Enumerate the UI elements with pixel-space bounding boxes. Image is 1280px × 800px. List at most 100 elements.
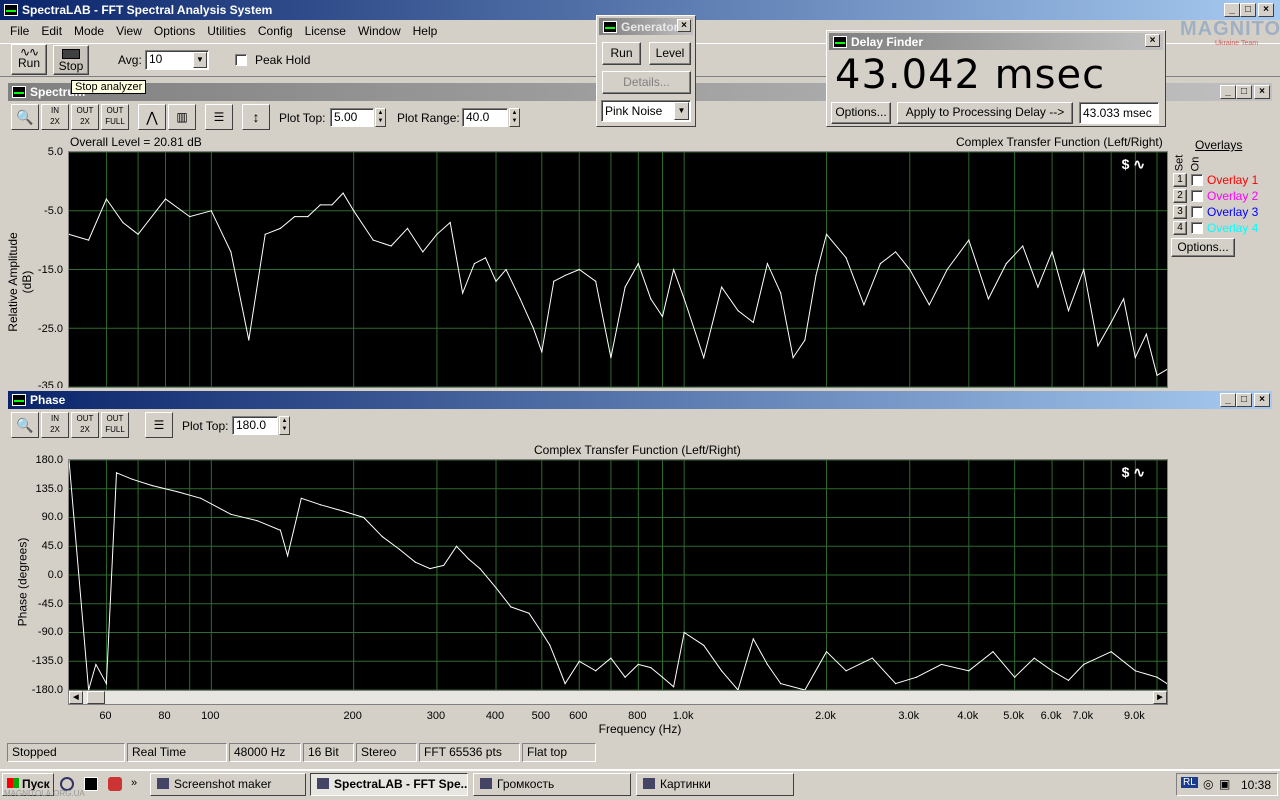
peak-hold-checkbox[interactable] — [235, 54, 247, 66]
generator-icon — [603, 20, 617, 33]
run-label: Run — [17, 56, 40, 70]
phase-plot-top-spinner[interactable]: ▲ ▼ — [279, 416, 290, 435]
run-button[interactable]: ∿∿ Run — [11, 44, 47, 75]
menu-item-mode[interactable]: Mode — [74, 24, 104, 42]
spectrum-plot[interactable]: $ ∿ — [68, 151, 1168, 388]
menu-item-view[interactable]: View — [116, 24, 142, 42]
minimize-button[interactable]: _ — [1224, 3, 1240, 17]
apply-delay-button[interactable]: Apply to Processing Delay --> — [897, 102, 1073, 124]
data-point — [1134, 357, 1136, 359]
phase-close-button[interactable]: × — [1254, 393, 1270, 407]
scroll-left-arrow[interactable]: ◀ — [69, 691, 83, 704]
phase-plot-top-input[interactable]: 180.0 — [232, 416, 278, 435]
overlays-options-button[interactable]: Options... — [1171, 238, 1235, 257]
data-point — [353, 210, 355, 212]
applied-delay-field[interactable]: 43.033 msec — [1079, 102, 1159, 124]
spectrum-plot-top-input[interactable]: 5.00 — [330, 108, 374, 127]
phase-y-tick: 45.0 — [41, 540, 63, 553]
menu-item-help[interactable]: Help — [413, 24, 438, 42]
overlay-set-button[interactable]: 1 — [1173, 173, 1187, 187]
phase-zoom-out-2x-icon[interactable]: OUT 2X — [71, 412, 99, 438]
table-icon[interactable]: ☰ — [205, 104, 233, 130]
phase-zoom-in-2x-icon[interactable]: IN 2X — [41, 412, 69, 438]
quicklaunch-more-icon[interactable]: » — [131, 777, 137, 789]
menu-item-utilities[interactable]: Utilities — [207, 24, 246, 42]
line-plot-icon[interactable]: ⋀ — [138, 104, 166, 130]
spectrum-close-button[interactable]: × — [1254, 85, 1270, 99]
phase-maximize-button[interactable]: □ — [1236, 393, 1252, 407]
bar-plot-icon[interactable]: ▥ — [168, 104, 196, 130]
overlay-set-button[interactable]: 3 — [1173, 205, 1187, 219]
overlay-checkbox[interactable] — [1191, 190, 1203, 202]
zoom-out-full-icon[interactable]: OUT FULL — [101, 104, 129, 130]
quicklaunch-spectralab-icon[interactable] — [84, 777, 98, 791]
overlays-on-label: On — [1189, 156, 1202, 172]
generator-run-button[interactable]: Run — [602, 42, 641, 65]
plot-range-spinner[interactable]: ▲ ▼ — [509, 108, 520, 127]
phase-y-tick: -135.0 — [31, 654, 63, 667]
language-indicator[interactable]: RL — [1181, 777, 1198, 788]
delay-finder-close-button[interactable]: × — [1145, 34, 1160, 47]
avg-select[interactable]: 10 ▼ — [145, 50, 209, 70]
data-point — [650, 298, 652, 300]
data-point — [624, 286, 626, 288]
taskbar-item[interactable]: Громкость — [473, 773, 631, 796]
plot-range-input[interactable]: 40.0 — [462, 108, 508, 127]
menu-item-file[interactable]: File — [10, 24, 29, 42]
taskbar-item[interactable]: SpectraLAB - FFT Spe... — [310, 773, 468, 796]
delay-options-button[interactable]: Options... — [831, 102, 891, 124]
taskbar-item[interactable]: Картинки — [636, 773, 794, 796]
zoom-in-2x-icon[interactable]: IN 2X — [41, 104, 69, 130]
data-point — [683, 298, 685, 300]
scroll-thumb[interactable] — [87, 691, 105, 704]
data-point — [863, 304, 865, 306]
phase-zoom-icon[interactable]: 🔍 — [11, 412, 39, 438]
spectrum-plot-top-spinner[interactable]: ▲ ▼ — [375, 108, 386, 127]
taskbar-item[interactable]: Screenshot maker — [150, 773, 306, 796]
network-icon[interactable]: ▣ — [1219, 777, 1230, 791]
scroll-right-arrow[interactable]: ▶ — [1153, 691, 1167, 704]
status-cell: Flat top — [522, 743, 596, 762]
spectrum-chart — [68, 151, 1168, 388]
system-tray: RL ◎ ▣ 10:38 — [1176, 773, 1278, 796]
menu-item-window[interactable]: Window — [358, 24, 401, 42]
spectrum-maximize-button[interactable]: □ — [1236, 85, 1252, 99]
phase-function-title: Complex Transfer Function (Left/Right) — [534, 443, 741, 457]
phase-plot[interactable]: $ ∿ — [68, 459, 1168, 692]
overlay-label: Overlay 1 — [1207, 173, 1259, 187]
scale-icon[interactable]: ↕ — [242, 104, 270, 130]
stop-button[interactable]: Stop — [53, 45, 89, 75]
data-point — [804, 339, 806, 341]
chevron-down-icon[interactable]: ▼ — [193, 52, 207, 68]
zoom-out-2x-icon[interactable]: OUT 2X — [71, 104, 99, 130]
phase-table-icon[interactable]: ☰ — [145, 412, 173, 438]
quicklaunch-app-icon[interactable] — [108, 777, 122, 791]
menu-item-edit[interactable]: Edit — [41, 24, 62, 42]
generator-signal-select[interactable]: Pink Noise ▼ — [601, 100, 691, 122]
overlay-checkbox[interactable] — [1191, 206, 1203, 218]
menu-item-options[interactable]: Options — [154, 24, 195, 42]
overlay-set-button[interactable]: 2 — [1173, 189, 1187, 203]
overlay-checkbox[interactable] — [1191, 174, 1203, 186]
generator-chevron-down-icon[interactable]: ▼ — [674, 102, 689, 120]
overlay-checkbox[interactable] — [1191, 222, 1203, 234]
phase-title-bar: Phase — [8, 391, 1272, 409]
data-point — [987, 298, 989, 300]
frequency-scrollbar[interactable]: ◀ ▶ — [68, 690, 1168, 705]
menu-item-license[interactable]: License — [305, 24, 346, 42]
task-app-icon — [643, 778, 655, 789]
menu-item-config[interactable]: Config — [258, 24, 293, 42]
phase-zoom-out-full-icon[interactable]: OUT FULL — [101, 412, 129, 438]
close-button[interactable]: × — [1258, 3, 1274, 17]
zoom-icon[interactable]: 🔍 — [11, 104, 39, 130]
volume-icon[interactable]: ◎ — [1203, 777, 1213, 791]
delay-value: 43.042 msec — [835, 52, 1106, 98]
phase-minimize-button[interactable]: _ — [1220, 393, 1236, 407]
maximize-button[interactable]: □ — [1240, 3, 1256, 17]
spectrum-minimize-button[interactable]: _ — [1220, 85, 1236, 99]
overlay-set-button[interactable]: 4 — [1173, 221, 1187, 235]
generator-details-button[interactable]: Details... — [602, 71, 691, 94]
plot-range-value: 40.0 — [466, 110, 490, 124]
generator-level-button[interactable]: Level — [649, 42, 691, 65]
generator-close-button[interactable]: × — [677, 19, 691, 32]
